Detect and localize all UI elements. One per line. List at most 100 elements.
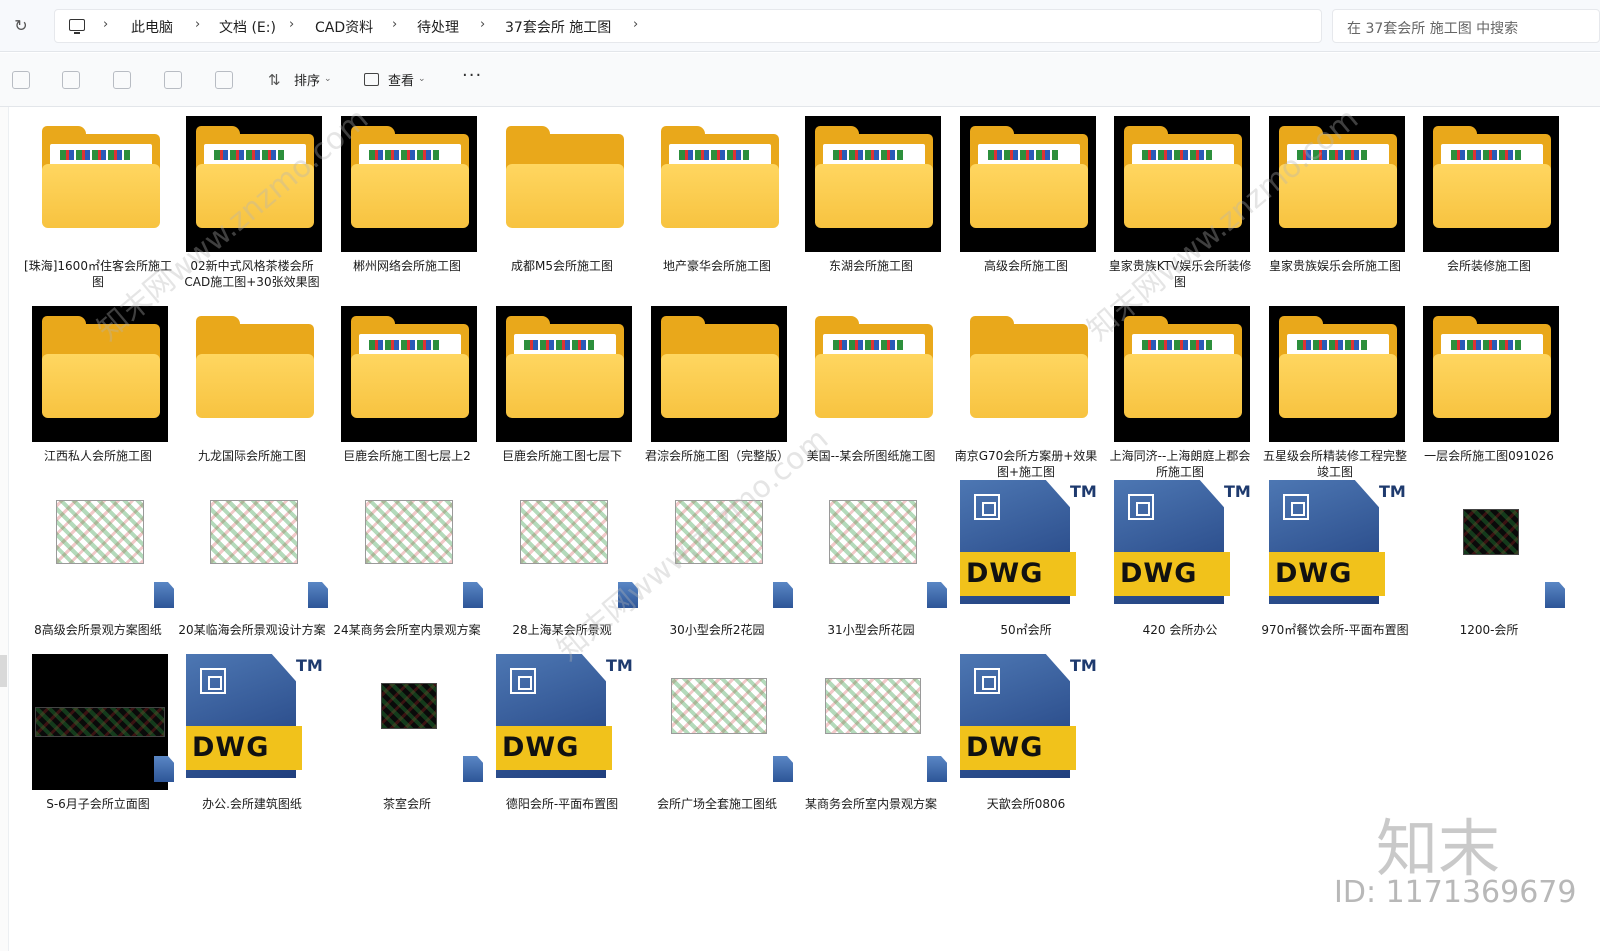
- file-item[interactable]: 茶室会所: [333, 654, 483, 824]
- file-item[interactable]: 8高级会所景观方案图纸: [24, 480, 174, 650]
- view-icon[interactable]: [364, 73, 379, 86]
- folder-icon: [506, 316, 624, 418]
- folder-thumbnail: [496, 116, 632, 252]
- dwg-file-icon: DWG TM: [960, 480, 1097, 616]
- rename-icon[interactable]: [113, 71, 131, 89]
- folder-item[interactable]: 九龙国际会所施工图: [178, 306, 326, 476]
- cad-drawing-preview: [210, 499, 298, 564]
- chevron-right-icon[interactable]: ›: [103, 17, 108, 32]
- drawing-thumbnail: [341, 480, 477, 616]
- dwg-logo-box: [1283, 494, 1309, 520]
- file-item[interactable]: 1200-会所: [1415, 480, 1565, 650]
- folder-front: [42, 164, 160, 228]
- breadcrumb-pending[interactable]: 待处理: [417, 17, 459, 37]
- file-item[interactable]: DWG TM 420 会所办公: [1106, 480, 1254, 650]
- delete-icon[interactable]: [215, 71, 233, 89]
- folder-front: [661, 354, 779, 418]
- dwg-small-icon: [154, 756, 174, 782]
- file-item[interactable]: 24某商务会所室内景观方案: [333, 480, 483, 650]
- view-button[interactable]: 查看: [388, 70, 414, 89]
- folder-item[interactable]: 江西私人会所施工图: [24, 306, 172, 476]
- folder-icon: [815, 316, 933, 418]
- file-item[interactable]: 31小型会所花园: [797, 480, 947, 650]
- share-icon[interactable]: [164, 71, 182, 89]
- folder-thumbnail: [1114, 306, 1250, 442]
- chevron-right-icon[interactable]: ›: [480, 17, 485, 32]
- folder-item[interactable]: 地产豪华会所施工图: [643, 116, 791, 286]
- chevron-down-icon[interactable]: ⌄: [418, 74, 426, 84]
- folder-icon: [506, 126, 624, 228]
- folder-thumbnail: [341, 306, 477, 442]
- file-item[interactable]: DWG TM 970㎡餐饮会所-平面布置图: [1261, 480, 1409, 650]
- folder-item[interactable]: 一层会所施工图091026: [1415, 306, 1563, 476]
- folder-front: [815, 164, 933, 228]
- dwg-trademark: TM: [1070, 656, 1097, 675]
- file-item[interactable]: 某商务会所室内景观方案: [797, 654, 947, 824]
- item-name: 某商务会所室内景观方案: [804, 797, 937, 811]
- sort-button[interactable]: 排序: [294, 70, 320, 89]
- folder-item[interactable]: 上海同济--上海朗庭上郡会所施工图: [1106, 306, 1254, 479]
- breadcrumb-drive[interactable]: 文档 (E:): [219, 17, 276, 37]
- navigation-pane-edge[interactable]: [0, 107, 9, 951]
- folder-thumbnail: [1423, 116, 1559, 252]
- folder-item[interactable]: 巨鹿会所施工图七层下: [488, 306, 636, 476]
- chevron-down-icon[interactable]: ⌄: [324, 74, 332, 84]
- folder-item[interactable]: 东湖会所施工图: [797, 116, 945, 286]
- folder-thumbnail: [651, 306, 787, 442]
- dwg-trademark: TM: [1224, 482, 1251, 501]
- dwg-trademark: TM: [1379, 482, 1406, 501]
- folder-thumbnail: [496, 306, 632, 442]
- this-pc-icon[interactable]: [69, 19, 85, 34]
- breadcrumb-this-pc[interactable]: 此电脑: [131, 17, 173, 37]
- folder-item[interactable]: 南京G70会所方案册+效果图+施工图: [952, 306, 1100, 479]
- dwg-small-icon: [154, 582, 174, 608]
- preview-drawing: [1142, 150, 1212, 160]
- cad-drawing-preview: [35, 707, 165, 737]
- dwg-file-icon: DWG TM: [1114, 480, 1251, 616]
- folder-front: [42, 354, 160, 418]
- folder-front: [506, 164, 624, 228]
- file-item[interactable]: S-6月子会所立面图: [24, 654, 174, 824]
- dwg-small-icon: [463, 582, 483, 608]
- scroll-indicator[interactable]: [0, 655, 7, 687]
- file-item[interactable]: DWG TM 德阳会所-平面布置图: [488, 654, 636, 824]
- folder-item[interactable]: 会所装修施工图: [1415, 116, 1563, 286]
- drawing-thumbnail: [32, 480, 168, 616]
- folder-front: [1433, 354, 1551, 418]
- folder-front: [351, 164, 469, 228]
- breadcrumb-current[interactable]: 37套会所 施工图: [505, 17, 611, 37]
- dwg-badge-text: DWG: [1120, 558, 1198, 589]
- paste-icon[interactable]: [62, 71, 80, 89]
- folder-front: [506, 354, 624, 418]
- folder-item[interactable]: 五星级会所精装修工程完整竣工图: [1261, 306, 1409, 479]
- folder-front: [1279, 354, 1397, 418]
- folder-front: [970, 164, 1088, 228]
- file-item[interactable]: 20某临海会所景观设计方案: [178, 480, 328, 650]
- file-item[interactable]: DWG TM 办公.会所建筑图纸: [178, 654, 326, 824]
- search-input[interactable]: 在 37套会所 施工图 中搜索: [1332, 9, 1600, 43]
- item-name: 南京G70会所方案册+效果图+施工图: [954, 449, 1098, 479]
- folder-item[interactable]: 成都M5会所施工图: [488, 116, 636, 286]
- chevron-right-icon[interactable]: ›: [633, 17, 638, 32]
- preview-drawing: [369, 340, 439, 350]
- file-item[interactable]: 会所广场全套施工图纸: [643, 654, 793, 824]
- copy-icon[interactable]: [12, 71, 30, 89]
- folder-item[interactable]: 巨鹿会所施工图七层上2: [333, 306, 481, 476]
- item-name: 皇家贵族娱乐会所施工图: [1268, 259, 1401, 273]
- chevron-right-icon[interactable]: ›: [195, 17, 200, 32]
- breadcrumb-cad[interactable]: CAD资料: [315, 17, 373, 37]
- file-item[interactable]: DWG TM 天歆会所0806: [952, 654, 1100, 824]
- refresh-icon[interactable]: ↻: [12, 17, 30, 35]
- chevron-right-icon[interactable]: ›: [289, 17, 294, 32]
- chevron-right-icon[interactable]: ›: [392, 17, 397, 32]
- preview-drawing: [988, 150, 1058, 160]
- address-bar[interactable]: › 此电脑 › 文档 (E:) › CAD资料 › 待处理 › 37套会所 施工…: [54, 9, 1322, 43]
- item-name: 1200-会所: [1459, 623, 1519, 637]
- search-placeholder: 在 37套会所 施工图 中搜索: [1347, 21, 1519, 37]
- folder-thumbnail: [32, 116, 168, 252]
- dwg-file-icon: DWG TM: [496, 654, 633, 790]
- file-item[interactable]: DWG TM 50㎡会所: [952, 480, 1100, 650]
- folder-item[interactable]: 高级会所施工图: [952, 116, 1100, 286]
- more-options-button[interactable]: ···: [462, 65, 482, 86]
- sort-icon[interactable]: ⇅: [268, 72, 286, 88]
